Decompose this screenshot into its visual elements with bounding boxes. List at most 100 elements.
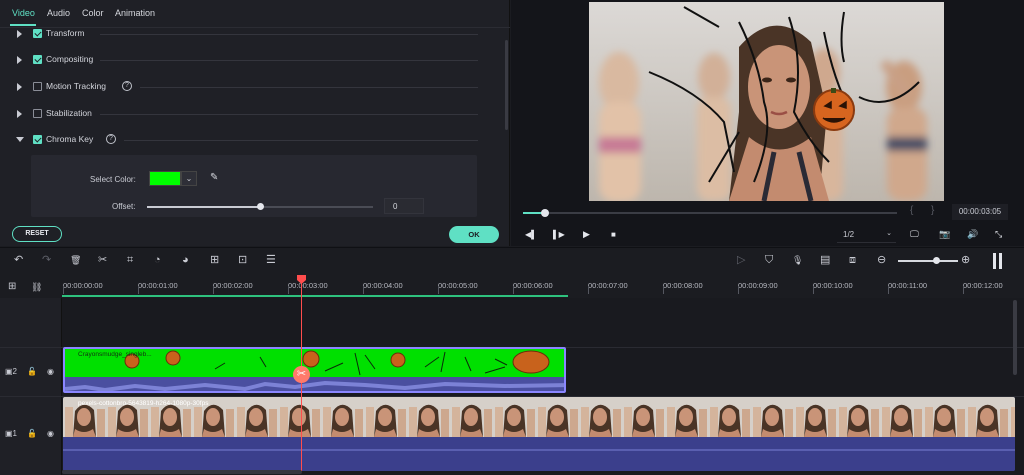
ruler-tick <box>63 286 64 294</box>
section-label: Motion Tracking <box>46 81 106 91</box>
fullscreen-icon[interactable]: ⤡ <box>995 229 1002 240</box>
track-2-lock-icon[interactable]: 🔓 <box>27 367 37 376</box>
timeline-vertical-scrollbar[interactable] <box>1013 300 1017 375</box>
expand-arrow-icon[interactable] <box>17 30 22 38</box>
property-tabs: Video Audio Color Animation <box>0 0 510 28</box>
track-1-lock-icon[interactable]: 🔓 <box>27 429 37 438</box>
ok-button[interactable]: OK <box>449 226 499 243</box>
render-icon[interactable]: ▷ <box>737 254 745 266</box>
offset-input[interactable]: 0 <box>384 198 424 214</box>
snapshot-icon[interactable]: 📷 <box>939 229 950 240</box>
ruler-label: 00:00:06:00 <box>513 281 553 290</box>
playhead-handle[interactable] <box>541 209 549 217</box>
ruler-tick <box>288 286 289 294</box>
zoom-slider[interactable] <box>898 260 958 262</box>
adjust-icon[interactable]: ☰ <box>266 254 276 266</box>
ruler-tick <box>213 286 214 294</box>
timeline-horizontal-scrollbar[interactable] <box>62 470 302 474</box>
undo-icon[interactable]: ↶ <box>14 254 23 266</box>
ruler-tick <box>588 286 589 294</box>
track-1-video-icon: ▣1 <box>5 429 18 438</box>
tab-video[interactable]: Video <box>12 8 35 18</box>
section-chroma-key[interactable]: Chroma Key ? <box>0 131 500 149</box>
keyframe-icon[interactable]: ⊞ <box>210 254 219 266</box>
crop-icon[interactable]: ⌗ <box>127 254 133 266</box>
ruler-label: 00:00:08:00 <box>663 281 703 290</box>
ruler-tick <box>813 286 814 294</box>
help-icon[interactable]: ? <box>122 81 132 91</box>
monitor-icon[interactable]: 🖵 <box>910 229 919 240</box>
offset-label: Offset: <box>112 202 136 211</box>
help-icon[interactable]: ? <box>106 134 116 144</box>
split-scissors-icon[interactable]: ✂ <box>293 366 310 383</box>
chevron-down-icon[interactable]: ⌄ <box>181 171 197 186</box>
transform-checkbox[interactable] <box>33 29 42 38</box>
voiceover-icon[interactable]: ▤ <box>820 254 830 266</box>
track-1-eye-icon[interactable]: ◉ <box>47 429 54 438</box>
zoom-out-icon[interactable]: ⊖ <box>877 254 886 266</box>
ruler-label: 00:00:11:00 <box>888 281 928 290</box>
ruler-tick <box>738 286 739 294</box>
eyedropper-icon[interactable]: ✎ <box>210 172 218 183</box>
reset-button[interactable]: RESET <box>12 226 62 242</box>
tab-audio[interactable]: Audio <box>47 8 70 18</box>
mic-icon[interactable]: 🎙 <box>792 254 803 266</box>
compositing-checkbox[interactable] <box>33 55 42 64</box>
section-transform[interactable]: Transform <box>0 25 500 43</box>
clip-thumbnails <box>63 397 1015 471</box>
volume-icon[interactable]: 🔊 <box>967 229 978 240</box>
color-icon[interactable]: ◕ <box>182 254 189 266</box>
step-forward-icon[interactable]: ▌▶ <box>553 230 565 239</box>
playback-progress[interactable] <box>523 212 897 214</box>
preview-quality-value: 1/2 <box>843 230 855 239</box>
chroma-key-checkbox[interactable] <box>33 135 42 144</box>
track-2-eye-icon[interactable]: ◉ <box>47 367 54 376</box>
ruler-label: 00:00:04:00 <box>363 281 403 290</box>
cut-icon[interactable]: ✂ <box>98 254 107 266</box>
divider <box>100 34 478 35</box>
previous-frame-icon[interactable]: ◀▌ <box>525 230 537 239</box>
speed-icon[interactable]: ◔ <box>154 254 161 266</box>
expand-arrow-icon[interactable] <box>17 110 22 118</box>
track-2-video-icon: ▣2 <box>5 367 18 376</box>
ruler-tick <box>138 286 139 294</box>
main-video-clip[interactable] <box>63 397 1015 471</box>
play-icon[interactable]: ▶ <box>583 229 590 240</box>
subtitle-icon[interactable]: ⧈ <box>849 254 856 266</box>
section-label: Compositing <box>46 54 94 64</box>
motion-tracking-checkbox[interactable] <box>33 82 42 91</box>
ruler-tick <box>363 286 364 294</box>
section-compositing[interactable]: Compositing <box>0 51 500 69</box>
preview-quality-select[interactable]: 1/2 ⌄ <box>837 227 896 243</box>
section-motion-tracking[interactable]: Motion Tracking ? <box>0 78 500 96</box>
stop-icon[interactable]: ■ <box>611 230 616 239</box>
section-stabilization[interactable]: Stabilization <box>0 105 500 123</box>
delete-icon[interactable]: 🗑 <box>70 254 81 266</box>
panel-scrollbar[interactable] <box>505 40 508 130</box>
stabilization-checkbox[interactable] <box>33 109 42 118</box>
mark-in-icon[interactable]: { <box>910 205 913 216</box>
add-track-icon[interactable]: ⊞ <box>8 281 16 293</box>
expand-arrow-icon[interactable] <box>17 56 22 64</box>
zoom-in-icon[interactable]: ⊕ <box>961 254 970 266</box>
ruler-label: 00:00:00:00 <box>63 281 103 290</box>
marker-icon[interactable]: ⛉ <box>765 254 773 266</box>
offset-slider-handle[interactable] <box>257 203 264 210</box>
collapse-arrow-icon[interactable] <box>16 137 24 142</box>
link-icon[interactable]: ⛓ <box>31 281 42 293</box>
clip-name: pexels-cottonbro-5643819-h264-1080p-30fp… <box>78 400 209 407</box>
tab-color[interactable]: Color <box>82 8 104 18</box>
zoom-slider-handle[interactable] <box>933 257 940 264</box>
expand-arrow-icon[interactable] <box>17 83 22 91</box>
ruler-tick <box>438 286 439 294</box>
color-swatch[interactable] <box>149 171 181 186</box>
stabilize-icon[interactable]: ⊡ <box>238 254 247 266</box>
tab-animation[interactable]: Animation <box>115 8 155 18</box>
ruler-tick <box>888 286 889 294</box>
divider <box>124 140 478 141</box>
mark-out-icon[interactable]: } <box>931 205 934 216</box>
panel-toggle-icon[interactable] <box>993 253 1003 269</box>
redo-icon[interactable]: ↷ <box>42 254 51 266</box>
ruler-label: 00:00:03:00 <box>288 281 328 290</box>
preview-image <box>589 2 944 201</box>
